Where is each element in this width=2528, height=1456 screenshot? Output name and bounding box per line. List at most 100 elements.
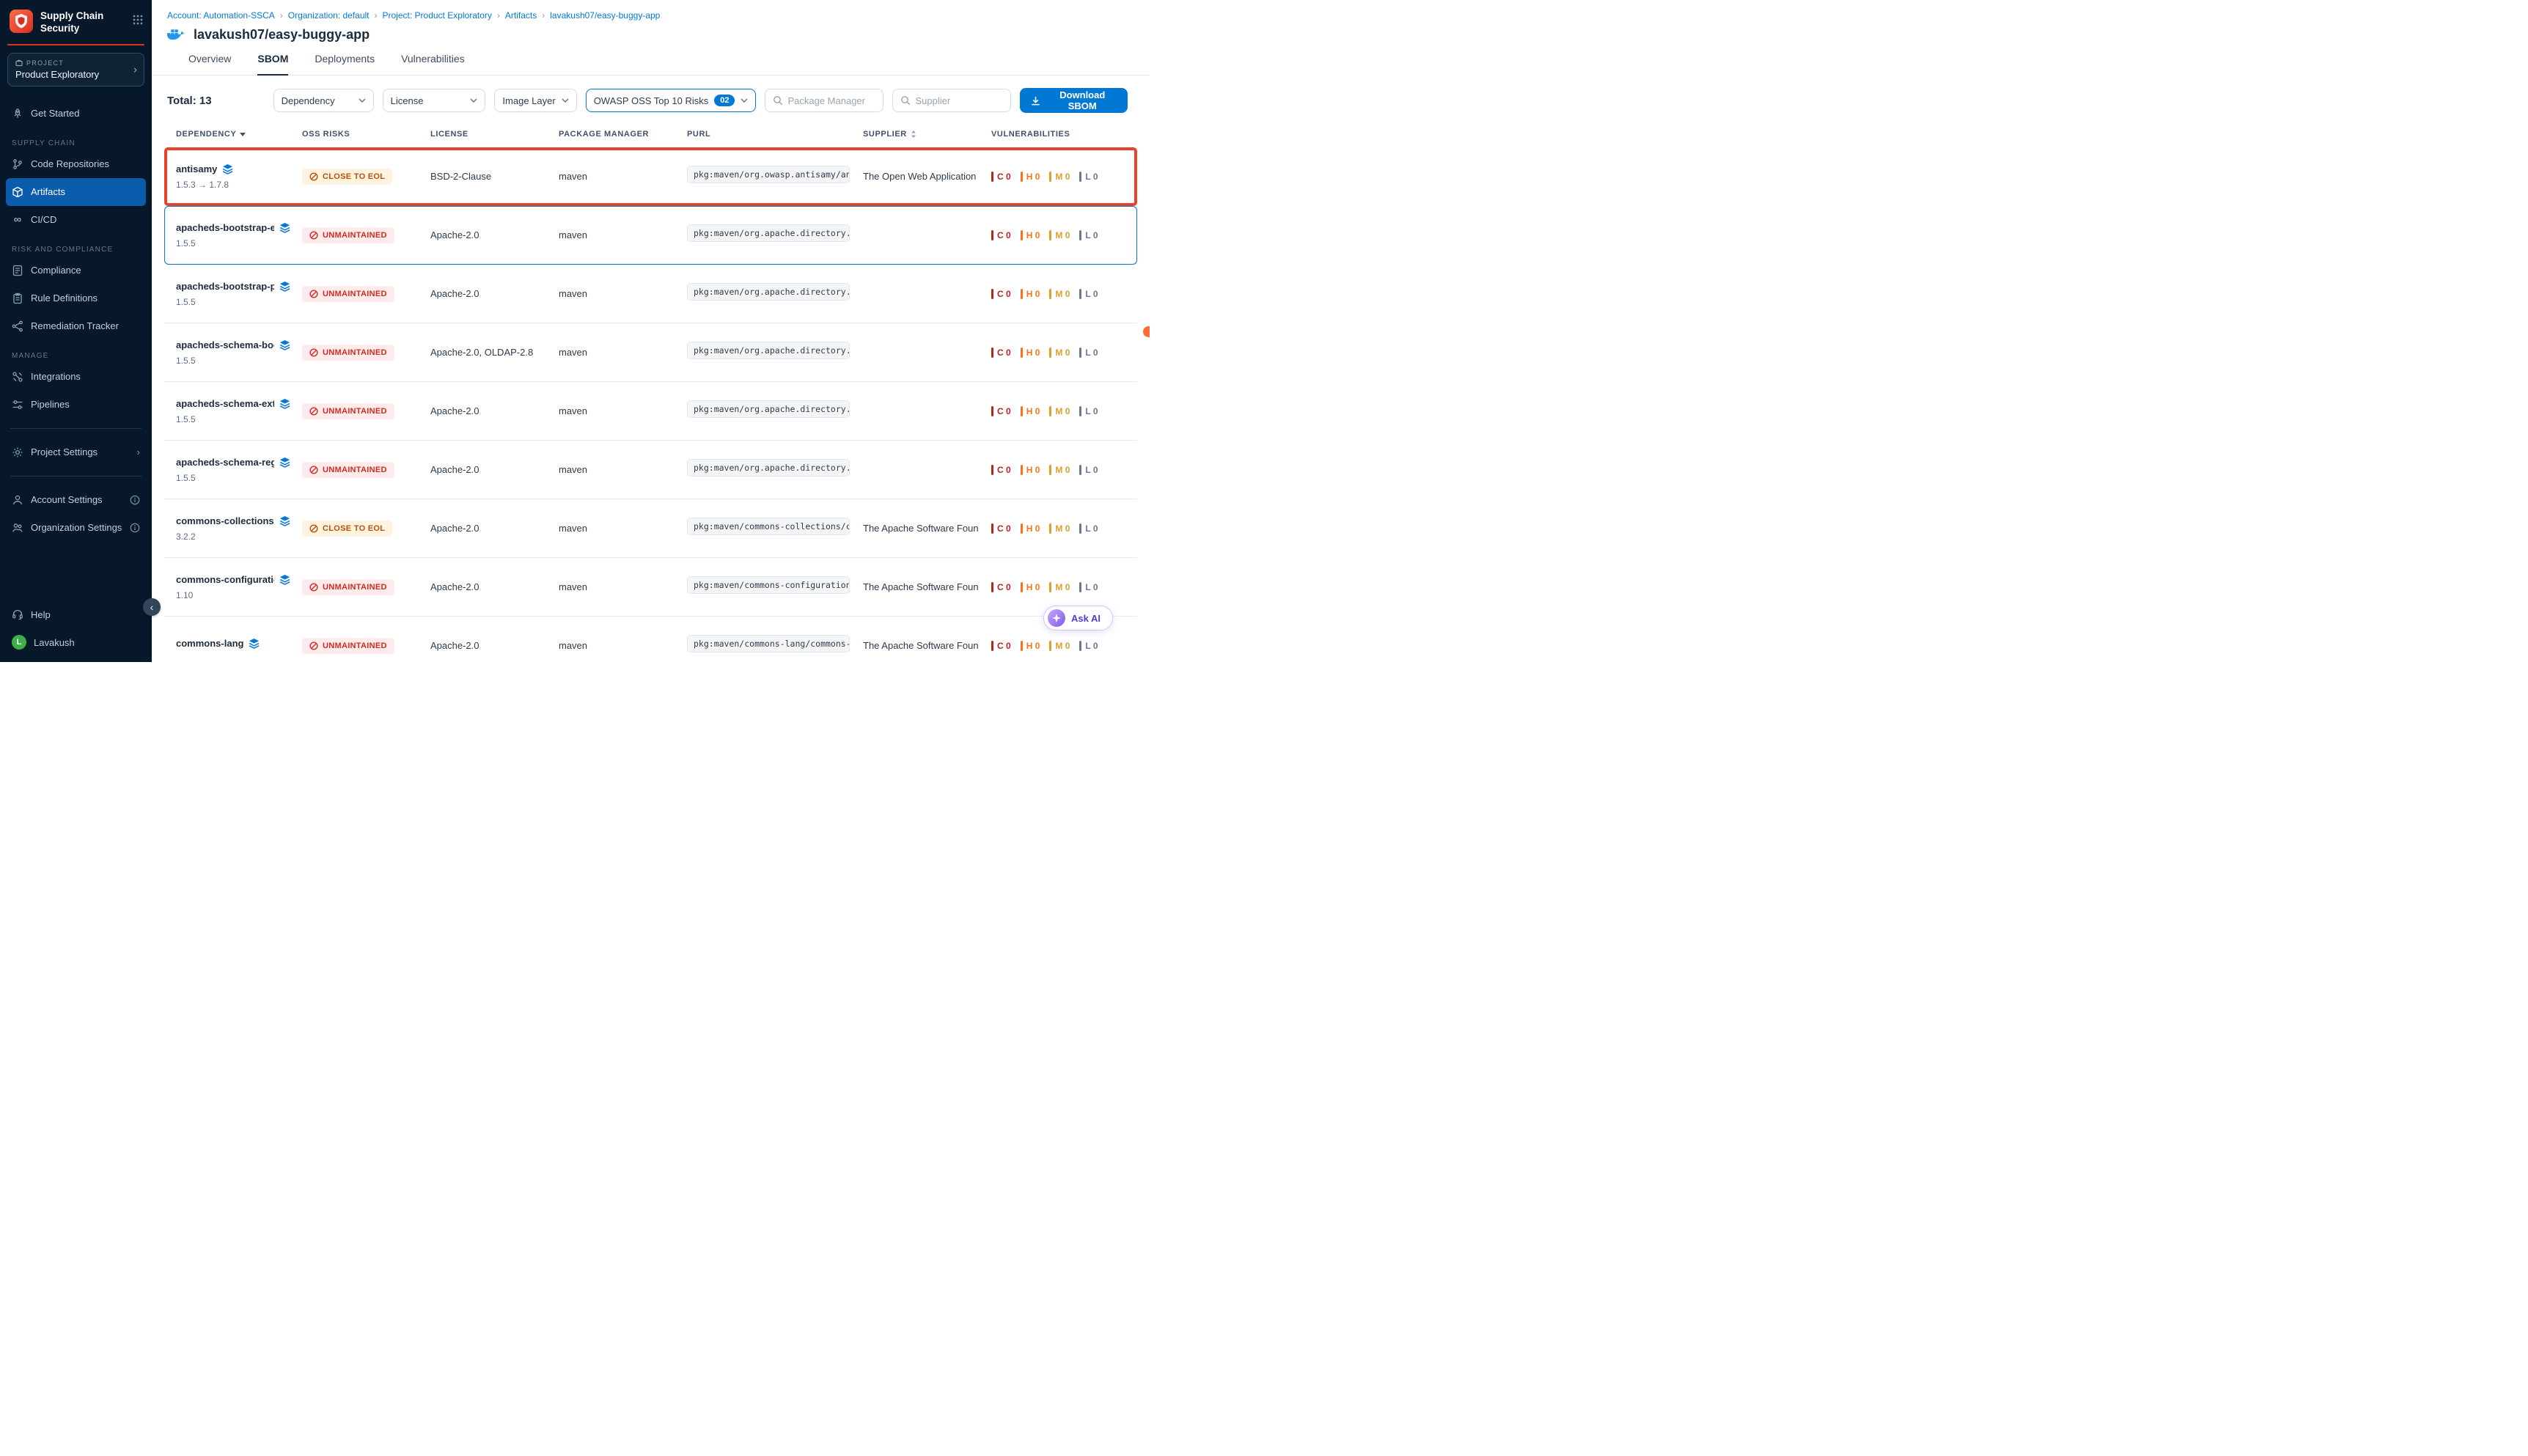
layers-icon xyxy=(279,515,290,526)
vuln-count-h: H 0 xyxy=(1021,641,1040,651)
sort-desc-icon xyxy=(240,133,246,136)
layers-icon xyxy=(279,339,290,350)
vuln-count-m: M 0 xyxy=(1049,348,1070,358)
vuln-count-h: H 0 xyxy=(1021,230,1040,240)
section-label-supply-chain: SUPPLY CHAIN xyxy=(12,139,140,147)
purl-value[interactable]: pkg:maven/org.apache.directory.s… xyxy=(687,342,850,359)
info-icon xyxy=(130,523,140,533)
owasp-risks-filter-dropdown[interactable]: OWASP OSS Top 10 Risks 02 xyxy=(586,89,757,112)
sidebar-item-project-settings[interactable]: Project Settings › xyxy=(6,438,146,466)
column-header-purl: PURL xyxy=(675,130,851,139)
purl-value[interactable]: pkg:maven/org.apache.directory.s… xyxy=(687,459,850,477)
dependency-version: 1.5.5 xyxy=(176,414,290,424)
supplier-search-input[interactable] xyxy=(915,95,1003,106)
tab-overview[interactable]: Overview xyxy=(188,53,231,75)
vuln-count-c: C 0 xyxy=(991,230,1011,240)
download-icon xyxy=(1030,95,1041,106)
ask-ai-button[interactable]: Ask AI xyxy=(1043,606,1113,630)
image-layer-filter-dropdown[interactable]: Image Layer xyxy=(494,89,576,112)
sidebar-item-remediation-tracker[interactable]: Remediation Tracker xyxy=(6,312,146,340)
chevron-down-icon xyxy=(470,98,477,103)
dependency-name[interactable]: apacheds-bootstrap-pa… xyxy=(176,281,274,292)
dependency-version: 1.5.5 xyxy=(176,297,290,307)
table-row[interactable]: commons-configuration 1.10 UNMAINTAINED xyxy=(164,558,1137,617)
table-row[interactable]: antisamy 1.5.3 → 1.7.8 CLOSE TO EOL xyxy=(164,147,1137,206)
dependency-name[interactable]: antisamy xyxy=(176,163,217,174)
table-row[interactable]: apacheds-schema-extr… 1.5.5 UNMAINTAINED xyxy=(164,382,1137,441)
ban-icon xyxy=(309,641,318,650)
sidebar-item-cicd[interactable]: ∞ CI/CD xyxy=(6,206,146,234)
breadcrumb-artifact-name[interactable]: lavakush07/easy-buggy-app xyxy=(550,10,660,21)
purl-value[interactable]: pkg:maven/commons-collections/co… xyxy=(687,518,850,535)
table-row[interactable]: apacheds-bootstrap-ex… 1.5.5 UNMAINTAINE… xyxy=(164,206,1137,265)
purl-value[interactable]: pkg:maven/org.apache.directory.s… xyxy=(687,283,850,301)
organization-icon xyxy=(12,522,23,534)
sidebar-item-account-settings[interactable]: Account Settings xyxy=(6,486,146,514)
dependency-name[interactable]: apacheds-schema-boo… xyxy=(176,339,274,350)
dependency-name[interactable]: apacheds-schema-extr… xyxy=(176,398,274,409)
layers-icon xyxy=(279,574,290,585)
license-filter-dropdown[interactable]: License xyxy=(383,89,486,112)
sidebar-item-help[interactable]: Help xyxy=(6,600,146,628)
sidebar-item-label: Artifacts xyxy=(31,186,65,197)
project-selector[interactable]: PROJECT Product Exploratory › xyxy=(7,53,144,87)
dependency-filter-dropdown[interactable]: Dependency xyxy=(273,89,374,112)
module-grid-icon[interactable] xyxy=(133,15,143,25)
purl-value[interactable]: pkg:maven/org.apache.directory.s… xyxy=(687,400,850,418)
download-sbom-button[interactable]: Download SBOM xyxy=(1020,88,1128,113)
table-body: antisamy 1.5.3 → 1.7.8 CLOSE TO EOL xyxy=(164,147,1137,662)
sidebar-item-get-started[interactable]: Get Started xyxy=(6,100,146,128)
column-header-dependency[interactable]: DEPENDENCY xyxy=(164,130,290,139)
dependency-version: 1.5.3 → 1.7.8 xyxy=(176,180,290,190)
sidebar-item-artifacts[interactable]: Artifacts xyxy=(6,178,146,206)
vulnerabilities-cell: C 0H 0M 0L 0 xyxy=(980,523,1137,534)
breadcrumb-artifacts[interactable]: Artifacts xyxy=(505,10,537,21)
purl-cell: pkg:maven/org.apache.directory.s… xyxy=(675,459,851,480)
shield-check-icon xyxy=(12,265,23,276)
dependency-name[interactable]: commons-lang xyxy=(176,638,243,649)
git-branch-icon xyxy=(12,158,23,170)
total-count: Total: 13 xyxy=(167,95,212,107)
sidebar-item-compliance[interactable]: Compliance xyxy=(6,257,146,284)
feedback-handle-dot[interactable] xyxy=(1143,326,1150,337)
vulnerabilities-cell: C 0H 0M 0L 0 xyxy=(980,641,1137,651)
column-header-supplier[interactable]: SUPPLIER xyxy=(851,130,980,139)
package-manager-search-input[interactable] xyxy=(787,95,875,106)
tab-vulnerabilities[interactable]: Vulnerabilities xyxy=(401,53,465,75)
sidebar-collapse-button[interactable]: ‹ xyxy=(143,598,161,616)
table-row[interactable]: apacheds-schema-boo… 1.5.5 UNMAINTAINED xyxy=(164,323,1137,382)
table-row[interactable]: commons-lang UNMAINTAINED Apache-2.0 xyxy=(164,617,1137,662)
sidebar-item-integrations[interactable]: Integrations xyxy=(6,363,146,391)
oss-risk-badge: UNMAINTAINED xyxy=(302,227,394,243)
dependency-name[interactable]: commons-collections xyxy=(176,515,274,526)
purl-cell: pkg:maven/org.apache.directory.s… xyxy=(675,342,851,363)
chevron-right-icon: › xyxy=(137,446,140,457)
breadcrumb-organization[interactable]: Organization: default xyxy=(288,10,370,21)
purl-value[interactable]: pkg:maven/org.apache.directory.s… xyxy=(687,224,850,242)
sidebar-item-organization-settings[interactable]: Organization Settings xyxy=(6,514,146,542)
tab-deployments[interactable]: Deployments xyxy=(315,53,375,75)
table-row[interactable]: commons-collections 3.2.2 CLOSE TO EOL xyxy=(164,499,1137,558)
tab-sbom[interactable]: SBOM xyxy=(257,53,288,76)
sidebar-item-code-repositories[interactable]: Code Repositories xyxy=(6,150,146,178)
sidebar-item-pipelines[interactable]: Pipelines xyxy=(6,391,146,419)
dependency-name[interactable]: apacheds-schema-regi… xyxy=(176,457,274,468)
sidebar-item-user[interactable]: L Lavakush xyxy=(6,628,146,656)
sidebar-header: Supply Chain Security xyxy=(0,0,152,41)
dependency-name[interactable]: apacheds-bootstrap-ex… xyxy=(176,222,274,233)
table-row[interactable]: apacheds-schema-regi… 1.5.5 UNMAINTAINED xyxy=(164,441,1137,499)
dependency-name[interactable]: commons-configuration xyxy=(176,574,274,585)
info-icon xyxy=(130,495,140,505)
oss-risk-badge: UNMAINTAINED xyxy=(302,345,394,361)
table-row[interactable]: apacheds-bootstrap-pa… 1.5.5 UNMAINTAINE… xyxy=(164,265,1137,323)
breadcrumb-separator: › xyxy=(497,10,500,21)
purl-cell: pkg:maven/org.apache.directory.s… xyxy=(675,400,851,422)
sidebar-item-rule-definitions[interactable]: Rule Definitions xyxy=(6,284,146,312)
vuln-count-h: H 0 xyxy=(1021,289,1040,299)
breadcrumb-project[interactable]: Project: Product Exploratory xyxy=(383,10,492,21)
purl-value[interactable]: pkg:maven/commons-lang/commons-… xyxy=(687,635,850,652)
purl-value[interactable]: pkg:maven/org.owasp.antisamy/ant… xyxy=(687,166,850,183)
oss-risk-label: UNMAINTAINED xyxy=(323,641,387,650)
breadcrumb-account[interactable]: Account: Automation-SSCA xyxy=(167,10,275,21)
purl-value[interactable]: pkg:maven/commons-configuration/… xyxy=(687,576,850,594)
